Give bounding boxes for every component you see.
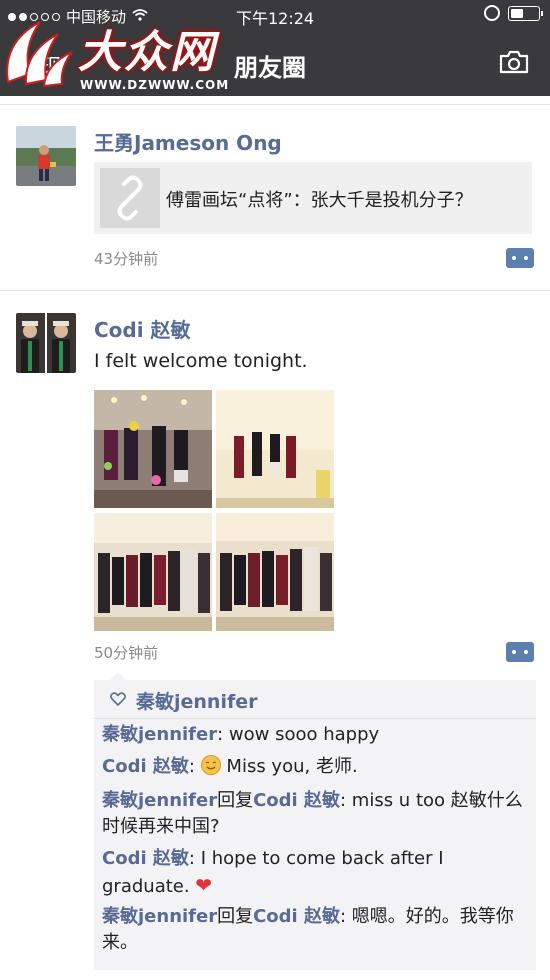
- reply-target[interactable]: Codi 赵敏: [253, 906, 340, 927]
- likes-row: 秦敏jennifer: [94, 680, 536, 719]
- watermark-brand: 大众网: [78, 27, 216, 78]
- link-title: 傅雷画坛“点将”：张大千是投机分子？: [166, 190, 473, 211]
- heart-outline-icon: [110, 692, 126, 707]
- comment-author[interactable]: 秦敏jennifer: [102, 906, 217, 927]
- status-time: 下午12:24: [236, 9, 315, 28]
- post-photo[interactable]: [216, 513, 334, 631]
- watermark-logo: 大众网 WWW.DZWWW.COM: [0, 12, 240, 98]
- post-timestamp: 43分钟前: [94, 250, 159, 268]
- comment-author[interactable]: Codi 赵敏: [102, 756, 189, 777]
- watermark-url: WWW.DZWWW.COM: [80, 78, 230, 92]
- post-author-name[interactable]: Codi 赵敏: [94, 314, 191, 343]
- post-photo[interactable]: [94, 513, 212, 631]
- top-bar: 中国移动 下午12:24 现 朋友圈 大众网 WWW.DZWWW.COM: [0, 0, 550, 96]
- logo-emblem-icon: [6, 21, 73, 88]
- post-photo[interactable]: [94, 390, 212, 508]
- like-user-name[interactable]: 秦敏jennifer: [136, 687, 258, 714]
- reply-word: 回复: [217, 790, 254, 811]
- post-timestamp: 50分钟前: [94, 644, 159, 662]
- comment-row[interactable]: 秦敏jennifer回复Codi 赵敏: miss u too 赵敏什么时候再来…: [102, 788, 530, 840]
- status-right: [484, 5, 543, 21]
- divider: [0, 104, 550, 105]
- comment-row[interactable]: 秦敏jennifer: wow sooo happy: [102, 722, 530, 748]
- shared-link-card[interactable]: 傅雷画坛“点将”：张大千是投机分子？: [94, 162, 532, 234]
- red-heart-emoji-icon: ❤: [195, 873, 213, 897]
- reply-target[interactable]: Codi 赵敏: [253, 790, 340, 811]
- avatar[interactable]: [16, 126, 76, 186]
- comment-author[interactable]: 秦敏jennifer: [102, 790, 217, 811]
- post-text: I felt welcome tonight.: [94, 350, 308, 372]
- comment-row[interactable]: 秦敏jennifer回复Codi 赵敏: 嗯嗯。好的。我等你来。: [102, 904, 530, 956]
- comment-row[interactable]: Codi 赵敏: Miss you, 老师.: [102, 754, 530, 780]
- comment-text: wow sooo happy: [228, 724, 380, 745]
- likes-and-comments: 秦敏jennifer 秦敏jennifer: wow sooo happy Co…: [94, 672, 536, 970]
- link-thumbnail: [100, 168, 160, 228]
- comment-menu-button[interactable]: [506, 248, 534, 268]
- divider: [0, 290, 550, 291]
- avatar[interactable]: [16, 313, 76, 373]
- alarm-icon: [484, 5, 500, 21]
- post-author-name[interactable]: 王勇Jameson Ong: [94, 127, 282, 156]
- comment-row[interactable]: Codi 赵敏: I hope to come back after I gra…: [102, 846, 530, 900]
- comment-menu-button[interactable]: [506, 642, 534, 662]
- smile-emoji-icon: [200, 755, 221, 775]
- link-icon: [117, 175, 143, 221]
- page-title: 朋友圈: [234, 54, 306, 82]
- comment-text: Miss you, 老师.: [220, 756, 358, 777]
- comment-author[interactable]: 秦敏jennifer: [102, 724, 217, 745]
- camera-icon[interactable]: [498, 50, 530, 74]
- reply-word: 回复: [217, 906, 254, 927]
- battery-icon: [508, 5, 543, 21]
- comment-author[interactable]: Codi 赵敏: [102, 848, 189, 869]
- post-photo[interactable]: [216, 390, 334, 508]
